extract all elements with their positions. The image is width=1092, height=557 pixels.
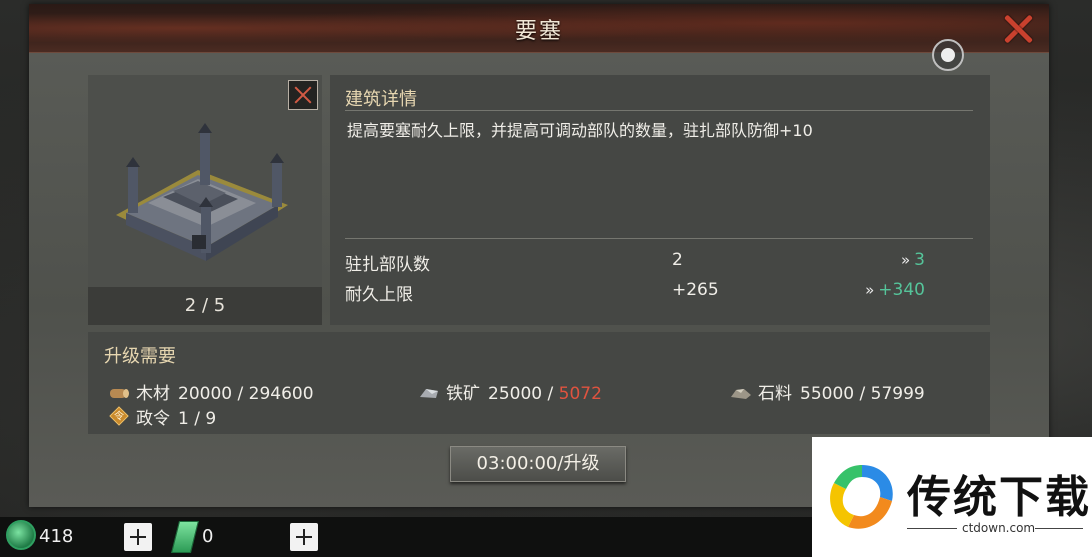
watermark-brand: 传统下载 [907,472,1091,523]
close-icon[interactable] [1001,12,1035,46]
stone-icon [731,389,751,399]
add-gem-button[interactable] [124,523,152,551]
stat-label: 驻扎部队数 [345,255,430,275]
iron-ore-icon [420,389,438,398]
divider [1035,528,1083,529]
fortress-image [88,75,322,287]
record-icon [941,48,955,62]
dialog-title: 要塞 [514,19,563,44]
details-description: 提高要塞耐久上限，并提高可调动部队的数量，驻扎部队防御+10 [347,121,813,140]
building-level: 2 / 5 [184,295,226,316]
building-details: 建筑详情 提高要塞耐久上限，并提高可调动部队的数量，驻扎部队防御+10 驻扎部队… [330,75,990,325]
stat-next: » 3 [900,250,925,270]
details-header: 建筑详情 [345,89,417,110]
jade-count: 0 [202,526,214,547]
stat-label: 耐久上限 [345,285,413,305]
stat-current: 2 [672,250,683,270]
divider [345,238,973,239]
upgrade-requirements: 升级需要 木材 20000 / 294600 铁矿 25000 / 5072 石料 5… [88,332,990,434]
upgrade-button[interactable]: 03:00:00/升级 [450,446,626,482]
stat-row-garrison: 驻扎部队数 2 » 3 [345,250,975,276]
requirements-title: 升级需要 [104,346,176,367]
stat-next: » +340 [865,280,925,300]
level-bar: 2 / 5 [88,287,322,325]
demolish-button[interactable] [288,80,318,110]
requirement-decree: 令 政令 1 / 9 [108,404,216,429]
gem-icon [6,520,36,550]
divider [345,110,973,111]
watermark-logo [830,465,893,529]
fortress-illustration [116,123,288,261]
watermark: 传统下载 ctdown.com [812,437,1092,557]
fortress-dialog: 要塞 2 / 5 建筑详情 提高要塞耐久上限，并提高可调动部队的数量，驻扎部队防… [29,4,1049,507]
wood-icon [110,389,129,398]
stat-row-durability: 耐久上限 +265 » +340 [345,280,975,306]
requirement-iron-ore: 铁矿 25000 / 5072 [418,379,602,404]
decree-icon: 令 [109,406,129,426]
stat-current: +265 [672,280,719,300]
watermark-url: ctdown.com [962,521,1036,535]
gem-count: 418 [39,526,74,547]
double-arrow-icon: » [865,281,875,299]
record-button[interactable] [932,39,964,71]
requirement-wood: 木材 20000 / 294600 [108,379,314,404]
requirement-stone: 石料 55000 / 57999 [730,379,925,404]
svg-text:令: 令 [114,410,124,423]
double-arrow-icon: » [900,251,911,269]
divider [907,528,957,529]
add-jade-button[interactable] [290,523,318,551]
building-card: 2 / 5 [88,75,322,325]
title-bar: 要塞 [29,4,1049,53]
